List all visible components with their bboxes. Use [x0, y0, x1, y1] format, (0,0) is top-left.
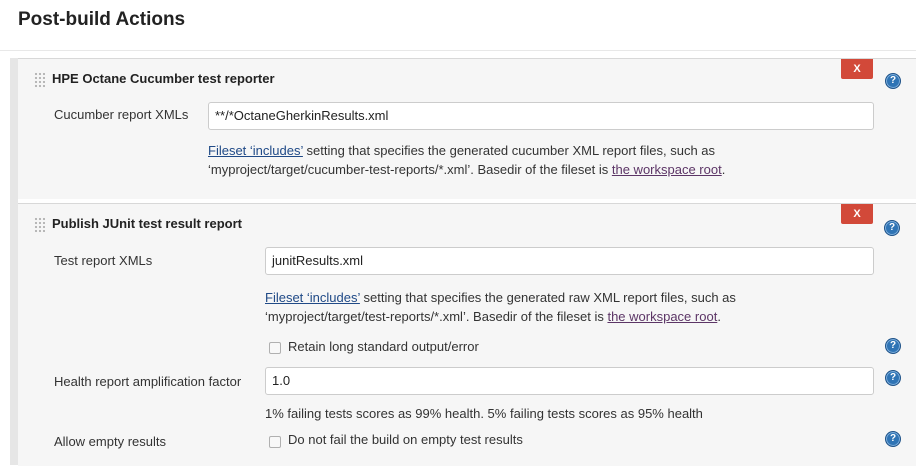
test-report-xmls-input[interactable]: junitResults.xml — [265, 247, 874, 275]
description-text: ‘myproject/target/test-reports/*.xml’. B… — [265, 309, 608, 324]
fileset-includes-link[interactable]: Fileset ‘includes’ — [265, 290, 360, 305]
drag-handle-icon[interactable] — [34, 217, 45, 233]
health-factor-label: Health report amplification factor — [54, 374, 242, 389]
junit-fileset-description: Fileset ‘includes’ setting that specifie… — [265, 288, 736, 326]
question-mark-help-icon[interactable]: ? — [885, 73, 901, 89]
workspace-root-link[interactable]: the workspace root — [607, 309, 717, 324]
block-title: HPE Octane Cucumber test reporter — [52, 71, 275, 86]
section-header: Post-build Actions — [0, 0, 916, 51]
remove-junit-reporter-button[interactable]: X — [841, 204, 873, 224]
cucumber-report-xmls-label: Cucumber report XMLs — [54, 107, 189, 122]
section-left-rail — [10, 58, 18, 465]
allow-empty-results-checkbox-label: Do not fail the build on empty test resu… — [288, 432, 523, 447]
retain-long-output-label: Retain long standard output/error — [288, 339, 479, 354]
retain-long-output-checkbox[interactable] — [269, 342, 281, 354]
question-mark-help-icon[interactable]: ? — [885, 338, 901, 354]
cucumber-fileset-description: Fileset ‘includes’ setting that specifie… — [208, 141, 725, 179]
junit-reporter-block: Publish JUnit test result report X ? Tes… — [18, 203, 916, 466]
description-text: setting that specifies the generated cuc… — [302, 143, 716, 158]
remove-cucumber-reporter-button[interactable]: X — [841, 59, 873, 79]
cucumber-reporter-block: HPE Octane Cucumber test reporter X ? Cu… — [18, 58, 916, 199]
cucumber-report-xmls-input[interactable]: **/*OctaneGherkinResults.xml — [208, 102, 874, 130]
block-title: Publish JUnit test result report — [52, 216, 242, 231]
description-text: ‘myproject/target/cucumber-test-reports/… — [208, 162, 612, 177]
allow-empty-results-label: Allow empty results — [54, 434, 166, 449]
allow-empty-results-checkbox[interactable] — [269, 436, 281, 448]
description-text: setting that specifies the generated raw… — [359, 290, 736, 305]
question-mark-help-icon[interactable]: ? — [884, 220, 900, 236]
description-period: . — [717, 309, 721, 324]
question-mark-help-icon[interactable]: ? — [885, 431, 901, 447]
health-factor-input[interactable]: 1.0 — [265, 367, 874, 395]
section-title: Post-build Actions — [18, 9, 186, 30]
fileset-includes-link[interactable]: Fileset ‘includes’ — [208, 143, 303, 158]
question-mark-help-icon[interactable]: ? — [885, 370, 901, 386]
drag-handle-icon[interactable] — [34, 72, 45, 88]
health-factor-description: 1% failing tests scores as 99% health. 5… — [265, 406, 703, 421]
test-report-xmls-label: Test report XMLs — [54, 253, 153, 268]
description-period: . — [721, 162, 726, 177]
workspace-root-link[interactable]: the workspace root — [612, 162, 722, 177]
